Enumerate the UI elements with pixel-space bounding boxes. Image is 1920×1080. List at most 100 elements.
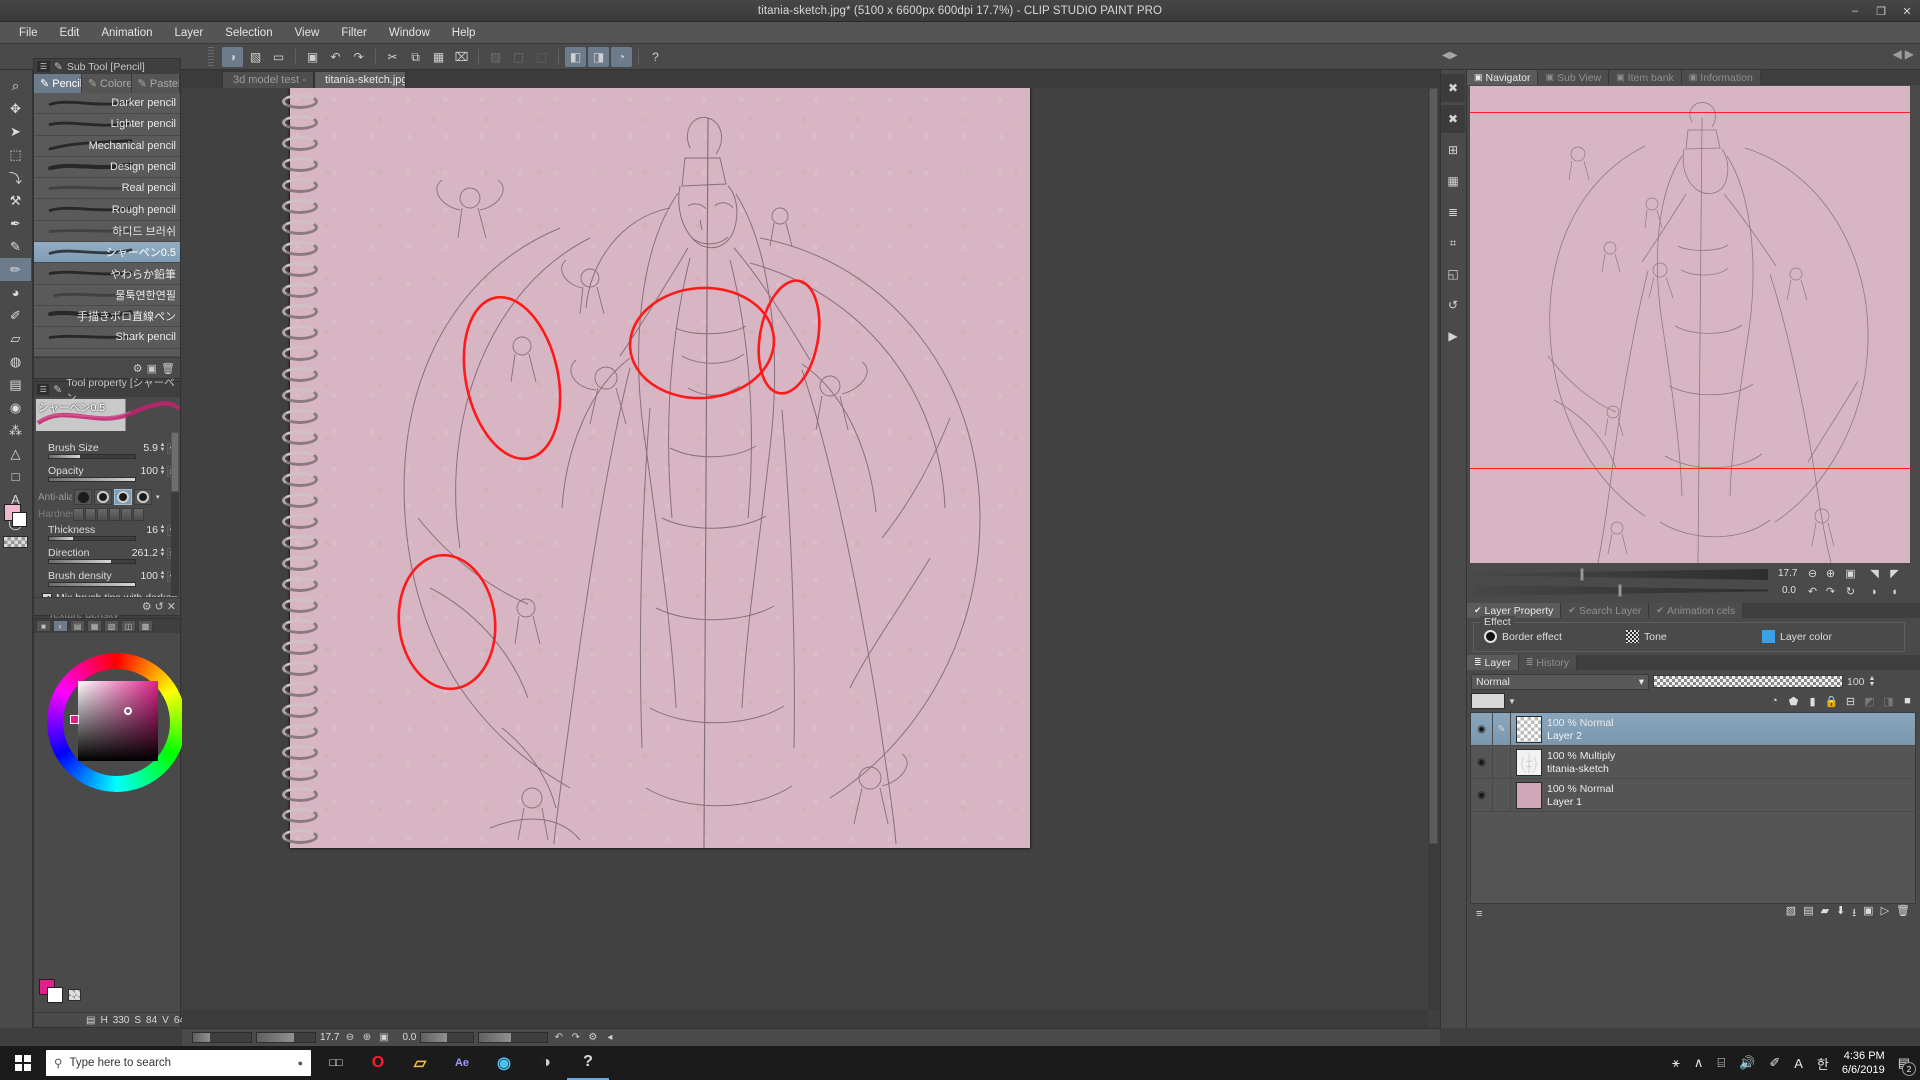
tool-fill[interactable]: ◉ <box>0 396 31 419</box>
hardness-step-0[interactable] <box>73 508 84 521</box>
tool-property-value[interactable]: 5.9 <box>143 442 158 454</box>
save-icon[interactable]: ▣ <box>302 47 323 67</box>
tool-move[interactable]: ✥ <box>0 97 31 120</box>
palette-color-chevron-icon[interactable]: ▼ <box>1508 697 1516 706</box>
tab-search-layer[interactable]: ✔Search Layer <box>1561 603 1649 618</box>
layer-thumbnail[interactable] <box>1516 716 1542 743</box>
color-panel-tab-0[interactable]: ■ <box>36 620 51 632</box>
transparent-color-swatch[interactable] <box>3 536 28 548</box>
navigator-fit-icon[interactable]: ▣ <box>1844 567 1857 580</box>
tool-property-scrollbar[interactable] <box>171 432 179 596</box>
hardness-step-5[interactable] <box>133 508 144 521</box>
subtool-item[interactable]: 물툭연한연필 <box>34 285 180 306</box>
subtool-item[interactable]: Real pencil <box>34 178 180 199</box>
canvas-vertical-scrollbar[interactable] <box>1428 88 1440 1010</box>
menu-item-layer[interactable]: Layer <box>164 24 215 42</box>
anti-aliasing-option-1[interactable] <box>94 489 112 505</box>
navigator-rotate-cw-icon[interactable]: ◗ <box>1868 585 1881 598</box>
clip-to-layer-icon[interactable]: ◔ <box>1765 693 1784 710</box>
color-wheel-cursor[interactable] <box>70 715 79 724</box>
hardness-step-3[interactable] <box>109 508 120 521</box>
color-panel-tab-5[interactable]: ◫ <box>121 620 136 632</box>
subtool-item[interactable]: Lighter pencil <box>34 114 180 135</box>
tool-property-close-icon[interactable]: ✕ <box>167 600 176 613</box>
subtool-tab-colore[interactable]: ✎Colore <box>82 74 132 93</box>
tool-property-stepper[interactable]: ▲▼ <box>159 443 166 454</box>
tool-pencil[interactable]: ✏ <box>0 258 31 281</box>
tool-frame[interactable]: □ <box>0 465 31 488</box>
reset-rotation-icon[interactable]: ⚙ <box>586 1031 599 1044</box>
tool-property-slider[interactable] <box>48 582 136 587</box>
merge-down-icon[interactable]: ⬇ <box>1836 904 1845 923</box>
subtool-item[interactable]: 하디드 브러쉬 <box>34 221 180 242</box>
subtool-item[interactable]: シャーペン0.5 <box>34 242 180 263</box>
tool-property-slider[interactable] <box>48 477 136 482</box>
layer-mask-footer-icon[interactable]: ▣ <box>1863 904 1873 923</box>
copy-icon[interactable]: ⧉ <box>405 47 426 67</box>
transfer-icon[interactable]: ▷ <box>1881 904 1889 923</box>
layer-thumbnail[interactable] <box>1516 749 1542 776</box>
tool-airbrush[interactable]: ◕ <box>0 281 31 304</box>
delete-layer-icon[interactable]: 🗑 <box>1896 904 1910 923</box>
tool-figure[interactable]: △ <box>0 442 31 465</box>
menu-item-edit[interactable]: Edit <box>49 24 91 42</box>
tool-property-settings-icon[interactable]: ⚙ <box>142 600 152 613</box>
subtool-item[interactable]: Shark pencil <box>34 327 180 348</box>
clip-studio-icon[interactable]: ◑ <box>525 1046 567 1080</box>
pen-input-icon[interactable]: ✐ <box>1769 1055 1780 1071</box>
rotation-slider[interactable] <box>420 1032 474 1043</box>
color-panel-tab-2[interactable]: ▤ <box>70 620 85 632</box>
undo-icon[interactable]: ↶ <box>325 47 346 67</box>
menu-item-selection[interactable]: Selection <box>214 24 283 42</box>
menu-item-help[interactable]: Help <box>441 24 487 42</box>
color-square[interactable] <box>78 681 158 761</box>
fit-screen-icon[interactable]: ▣ <box>377 1031 390 1044</box>
merge-icon[interactable]: ✖ <box>1441 105 1465 133</box>
subtool-item[interactable]: 手描きボロ直線ペン <box>34 306 180 327</box>
tool-property-reset-icon[interactable]: ↺ <box>155 600 164 613</box>
command-bar-overflow-icon[interactable]: ◀▶ <box>1442 50 1457 61</box>
navigator-rotation-handle[interactable] <box>1618 584 1622 597</box>
taskbar-clock[interactable]: 4:36 PM 6/6/2019 <box>1842 1049 1885 1077</box>
subtool-item[interactable]: Design pencil <box>34 157 180 178</box>
blend-mode-select[interactable]: Normal ▾ <box>1471 674 1649 690</box>
timeline-icon[interactable]: ▶ <box>1441 322 1465 350</box>
navigator-reset-rotation-icon[interactable]: ↻ <box>1844 585 1857 598</box>
color-panel-tab-1[interactable]: ◐ <box>53 620 68 632</box>
network-icon[interactable]: ⌸ <box>1717 1055 1725 1071</box>
sub-tool-add-icon[interactable]: ▣ <box>147 362 157 375</box>
microphone-icon[interactable]: ● <box>298 1058 303 1068</box>
navigator-strip-icon[interactable]: ⌗ <box>1441 229 1465 257</box>
taskbar-search-box[interactable]: ⚲ Type here to search ● <box>46 1050 311 1076</box>
tool-gradient[interactable]: ▤ <box>0 373 31 396</box>
new-raster-layer-icon[interactable]: ▧ <box>1786 904 1796 923</box>
color-panel-tab-6[interactable]: ▩ <box>138 620 153 632</box>
volume-icon[interactable]: 🔊 <box>1739 1055 1755 1071</box>
table-row[interactable]: ◉✎100 % NormalLayer 2 <box>1471 713 1915 746</box>
zoom-in-icon[interactable]: ⊕ <box>360 1031 373 1044</box>
flip-horizontal-icon[interactable]: ◧ <box>565 47 586 67</box>
sub-tool-menu-icon[interactable]: ☰ <box>37 61 50 72</box>
start-button[interactable] <box>0 1046 46 1080</box>
layer-list-menu-icon[interactable]: ≡ <box>1476 908 1482 920</box>
tool-property-menu-icon[interactable]: ☰ <box>37 384 49 395</box>
layer-color-toggle-icon[interactable]: ■ <box>1898 693 1917 710</box>
rotation-slider-2[interactable] <box>478 1032 548 1043</box>
palette-color-swatch[interactable] <box>1471 693 1505 709</box>
ruler-icon[interactable]: ▮ <box>1803 693 1822 710</box>
subtool-item[interactable]: Mechanical pencil <box>34 136 180 157</box>
new-document-icon[interactable]: ▧ <box>245 47 266 67</box>
new-layer-icon[interactable]: ▤ <box>1803 904 1813 923</box>
tool-magnifier[interactable]: ⌕ <box>0 74 31 97</box>
tool-pen[interactable]: ✎ <box>0 235 31 258</box>
hardness-step-2[interactable] <box>97 508 108 521</box>
hardness-step-4[interactable] <box>121 508 132 521</box>
help-icon[interactable]: ? <box>645 47 666 67</box>
navigator-rotate-right-icon[interactable]: ↷ <box>1824 585 1837 598</box>
tool-property-slider[interactable] <box>48 454 136 459</box>
layer-thumbnail[interactable] <box>1516 782 1542 809</box>
layer-visibility-icon[interactable]: ◉ <box>1471 746 1493 778</box>
lock-layer-icon[interactable]: 🔒 <box>1822 693 1841 710</box>
tool-property-slider[interactable] <box>48 536 136 541</box>
rotate-right-icon[interactable]: ↷ <box>569 1031 582 1044</box>
